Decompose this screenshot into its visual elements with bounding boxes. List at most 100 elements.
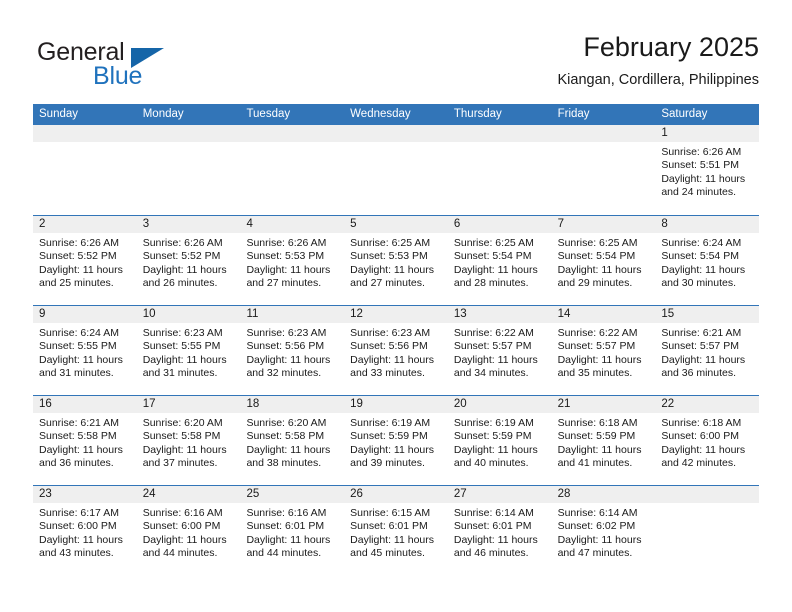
sunset-text: Sunset: 6:02 PM xyxy=(557,520,636,533)
brand-logo[interactable]: General Blue xyxy=(37,38,237,94)
day-number-band: 7 xyxy=(551,216,656,233)
sunset-text: Sunset: 5:52 PM xyxy=(39,250,117,263)
calendar-day-cell[interactable]: 9 Sunrise: 6:24 AM Sunset: 5:55 PM Daylight… xyxy=(33,306,137,395)
calendar-day-cell[interactable]: 26 Sunrise: 6:15 AM Sunset: 6:01 PM Dayligh… xyxy=(344,486,448,575)
day-number-band: 10 xyxy=(136,306,241,323)
day-sun-info: Sunrise: 6:25 AM Sunset: 5:53 PM Daylight:… xyxy=(344,233,448,291)
calendar-day-cell[interactable]: 3 Sunrise: 6:26 AM Sunset: 5:52 PM Daylight… xyxy=(136,216,241,305)
sunset-text: Sunset: 5:54 PM xyxy=(661,250,739,263)
calendar-day-cell[interactable]: 16 Sunrise: 6:21 AM Sunset: 5:58 PM Dayligh… xyxy=(33,396,137,485)
calendar-weeks: 1 Sunrise: 6:26 AM Sunset: 5:51 PM Daylight… xyxy=(33,125,760,575)
day-number-band: 27 xyxy=(447,486,552,503)
day-sun-info: Sunrise: 6:25 AM Sunset: 5:54 PM Daylight:… xyxy=(552,233,656,291)
calendar-day-cell[interactable]: 25 Sunrise: 6:16 AM Sunset: 6:01 PM Dayligh… xyxy=(240,486,345,575)
calendar-week-row: 1 Sunrise: 6:26 AM Sunset: 5:51 PM Daylight… xyxy=(33,125,760,215)
calendar-day-cell-empty xyxy=(551,125,656,215)
day-number: 26 xyxy=(350,488,363,500)
day-number-band: 21 xyxy=(551,396,656,413)
day-number-band xyxy=(33,125,137,142)
calendar-day-cell[interactable]: 7 Sunrise: 6:25 AM Sunset: 5:54 PM Daylight… xyxy=(551,216,656,305)
daylight-text: Daylight: 11 hours and 39 minutes. xyxy=(350,443,435,470)
sunrise-text: Sunrise: 6:14 AM xyxy=(453,507,534,519)
daylight-text: Daylight: 11 hours and 37 minutes. xyxy=(142,443,227,470)
day-number-band: 19 xyxy=(344,396,448,413)
calendar-day-cell[interactable]: 10 Sunrise: 6:23 AM Sunset: 5:55 PM Dayligh… xyxy=(136,306,241,395)
daylight-text: Daylight: 11 hours and 44 minutes. xyxy=(246,533,331,560)
calendar-day-cell[interactable]: 2 Sunrise: 6:26 AM Sunset: 5:52 PM Daylight… xyxy=(33,216,137,305)
daylight-text: Daylight: 11 hours and 26 minutes. xyxy=(142,263,227,290)
day-number: 23 xyxy=(39,488,52,500)
calendar-day-cell[interactable]: 17 Sunrise: 6:20 AM Sunset: 5:58 PM Dayligh… xyxy=(136,396,241,485)
calendar-day-cell[interactable]: 5 Sunrise: 6:25 AM Sunset: 5:53 PM Daylight… xyxy=(344,216,448,305)
day-number: 19 xyxy=(350,398,363,410)
daylight-text: Daylight: 11 hours and 35 minutes. xyxy=(557,353,642,380)
day-number: 14 xyxy=(557,308,571,320)
day-number-band: 1 xyxy=(655,125,760,142)
sunrise-text: Sunrise: 6:21 AM xyxy=(39,417,119,429)
day-number: 2 xyxy=(39,218,46,230)
sunrise-text: Sunrise: 6:19 AM xyxy=(350,417,431,429)
brand-name-blue: Blue xyxy=(93,62,143,90)
calendar-day-cell[interactable]: 12 Sunrise: 6:23 AM Sunset: 5:56 PM Dayligh… xyxy=(344,306,448,395)
calendar-day-cell[interactable]: 28 Sunrise: 6:14 AM Sunset: 6:02 PM Dayligh… xyxy=(551,486,656,575)
day-sun-info: Sunrise: 6:26 AM Sunset: 5:53 PM Daylight:… xyxy=(240,233,344,291)
sunrise-text: Sunrise: 6:16 AM xyxy=(142,507,223,519)
sunset-text: Sunset: 5:58 PM xyxy=(142,430,221,443)
sunset-text: Sunset: 5:57 PM xyxy=(557,340,636,353)
sunrise-text: Sunrise: 6:18 AM xyxy=(557,417,638,429)
day-number: 15 xyxy=(661,308,675,320)
calendar-day-cell[interactable]: 19 Sunrise: 6:19 AM Sunset: 5:59 PM Dayligh… xyxy=(344,396,448,485)
day-number: 5 xyxy=(350,218,357,230)
calendar-day-cell[interactable]: 14 Sunrise: 6:22 AM Sunset: 5:57 PM Dayligh… xyxy=(551,306,656,395)
calendar-day-cell[interactable]: 18 Sunrise: 6:20 AM Sunset: 5:58 PM Dayligh… xyxy=(240,396,345,485)
day-number-band: 17 xyxy=(136,396,241,413)
sunset-text: Sunset: 5:55 PM xyxy=(39,340,117,353)
calendar-day-cell[interactable]: 6 Sunrise: 6:25 AM Sunset: 5:54 PM Daylight… xyxy=(447,216,552,305)
day-sun-info: Sunrise: 6:26 AM Sunset: 5:52 PM Daylight:… xyxy=(33,233,137,291)
calendar-day-cell[interactable]: 23 Sunrise: 6:17 AM Sunset: 6:00 PM Dayligh… xyxy=(33,486,137,575)
calendar-day-cell[interactable]: 4 Sunrise: 6:26 AM Sunset: 5:53 PM Daylight… xyxy=(240,216,345,305)
dow-sunday: Sunday xyxy=(39,108,79,120)
day-number-band: 23 xyxy=(33,486,137,503)
daylight-text: Daylight: 11 hours and 27 minutes. xyxy=(350,263,435,290)
calendar-day-cell[interactable]: 27 Sunrise: 6:14 AM Sunset: 6:01 PM Dayligh… xyxy=(447,486,552,575)
day-sun-info: Sunrise: 6:22 AM Sunset: 5:57 PM Daylight:… xyxy=(552,323,656,381)
sunrise-text: Sunrise: 6:24 AM xyxy=(39,327,119,339)
daylight-text: Daylight: 11 hours and 46 minutes. xyxy=(453,533,538,560)
daylight-text: Daylight: 11 hours and 47 minutes. xyxy=(557,533,642,560)
sunrise-text: Sunrise: 6:18 AM xyxy=(661,417,742,429)
page-header: General Blue February 2025 Kiangan, Cord… xyxy=(33,30,759,98)
calendar-day-cell[interactable]: 24 Sunrise: 6:16 AM Sunset: 6:00 PM Dayligh… xyxy=(136,486,241,575)
day-number-band: 24 xyxy=(136,486,241,503)
calendar-day-cell[interactable]: 21 Sunrise: 6:18 AM Sunset: 5:59 PM Dayligh… xyxy=(551,396,656,485)
day-number: 11 xyxy=(246,308,259,320)
daylight-text: Daylight: 11 hours and 33 minutes. xyxy=(350,353,435,380)
calendar-day-cell[interactable]: 20 Sunrise: 6:19 AM Sunset: 5:59 PM Dayligh… xyxy=(447,396,552,485)
calendar-day-cell[interactable]: 13 Sunrise: 6:22 AM Sunset: 5:57 PM Dayligh… xyxy=(447,306,552,395)
daylight-text: Daylight: 11 hours and 28 minutes. xyxy=(453,263,538,290)
day-number: 10 xyxy=(142,308,156,320)
calendar-day-cell[interactable]: 22 Sunrise: 6:18 AM Sunset: 6:00 PM Dayligh… xyxy=(655,396,760,485)
sunrise-text: Sunrise: 6:26 AM xyxy=(661,146,742,158)
calendar-day-cell[interactable]: 15 Sunrise: 6:21 AM Sunset: 5:57 PM Dayligh… xyxy=(655,306,760,395)
day-number-band: 5 xyxy=(344,216,448,233)
calendar-day-cell[interactable]: 8 Sunrise: 6:24 AM Sunset: 5:54 PM Daylight… xyxy=(655,216,760,305)
daylight-text: Daylight: 11 hours and 29 minutes. xyxy=(557,263,642,290)
day-number: 3 xyxy=(142,218,150,230)
calendar-week-row: 16 Sunrise: 6:21 AM Sunset: 5:58 PM Dayligh… xyxy=(33,395,760,485)
day-number-band: 20 xyxy=(447,396,552,413)
day-number-band: 16 xyxy=(33,396,137,413)
day-sun-info: Sunrise: 6:16 AM Sunset: 6:01 PM Daylight:… xyxy=(240,503,344,561)
day-sun-info: Sunrise: 6:26 AM Sunset: 5:51 PM Daylight:… xyxy=(655,142,759,200)
calendar-day-cell[interactable]: 11 Sunrise: 6:23 AM Sunset: 5:56 PM Dayligh… xyxy=(240,306,345,395)
calendar-day-cell[interactable]: 1 Sunrise: 6:26 AM Sunset: 5:51 PM Daylight… xyxy=(655,125,760,215)
sunset-text: Sunset: 6:00 PM xyxy=(661,430,739,443)
day-number-band: 3 xyxy=(136,216,241,233)
daylight-text: Daylight: 11 hours and 41 minutes. xyxy=(557,443,642,470)
sunrise-text: Sunrise: 6:15 AM xyxy=(350,507,431,519)
day-of-week-header-row: Sunday Monday Tuesday Wednesday Thursday… xyxy=(33,104,759,125)
sunrise-text: Sunrise: 6:26 AM xyxy=(246,237,327,249)
calendar-day-cell-empty xyxy=(136,125,241,215)
calendar-week-row: 9 Sunrise: 6:24 AM Sunset: 5:55 PM Daylight… xyxy=(33,305,760,395)
title-block: February 2025 Kiangan, Cordillera, Phili… xyxy=(557,30,759,89)
